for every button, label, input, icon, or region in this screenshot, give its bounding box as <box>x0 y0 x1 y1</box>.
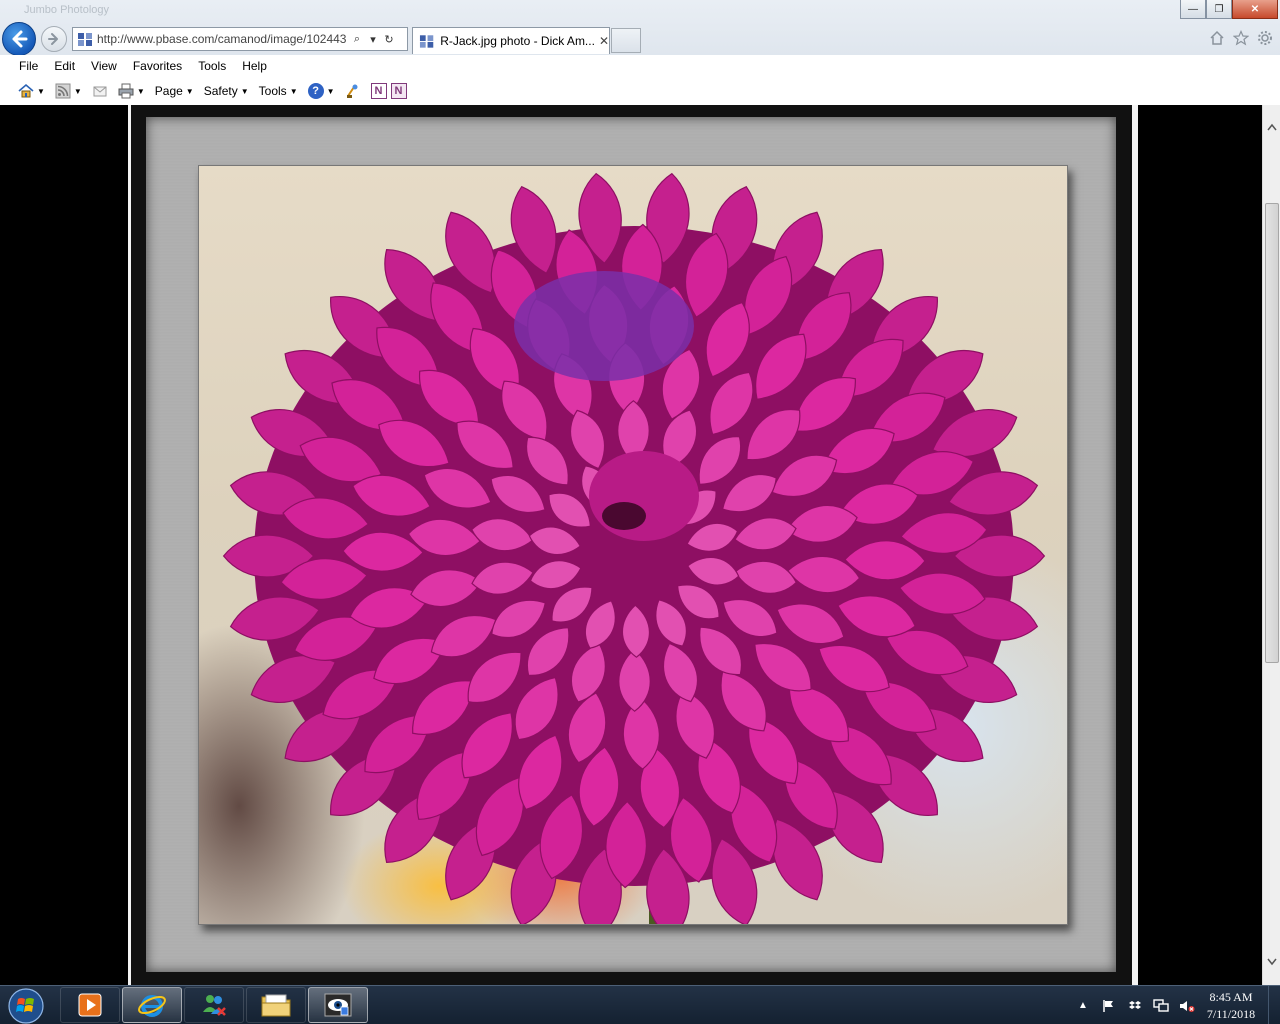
new-tab-button[interactable] <box>611 28 641 53</box>
clock-time: 8:45 AM <box>1209 990 1253 1004</box>
menu-bar: File Edit View Favorites Tools Help <box>0 55 1280 77</box>
clock-date: 7/11/2018 <box>1206 1007 1256 1021</box>
menu-file[interactable]: File <box>19 59 38 73</box>
browser-right-icons <box>1208 29 1274 47</box>
dropbox-icon[interactable] <box>1126 997 1144 1015</box>
vertical-scrollbar[interactable] <box>1262 105 1280 985</box>
research-button[interactable] <box>345 83 361 99</box>
maximize-button[interactable]: ❐ <box>1206 0 1232 19</box>
print-button[interactable]: ▼ <box>118 83 145 99</box>
arrow-left-icon <box>12 30 28 48</box>
tab-title: R-Jack.jpg photo - Dick Am... <box>440 34 595 48</box>
arrow-right-icon <box>48 33 58 45</box>
page-menu[interactable]: Page ▼ <box>155 84 194 98</box>
chevron-down-icon <box>1267 958 1277 966</box>
tools-menu-label: Tools <box>258 84 287 98</box>
brushed-metal-mat <box>146 117 1116 972</box>
home-dropdown-icon[interactable]: ▼ <box>37 87 45 96</box>
onenote-send-icon: N <box>390 83 407 99</box>
forward-button[interactable] <box>41 26 67 52</box>
rss-feed-icon <box>55 83 71 99</box>
help-icon: ? <box>307 83 324 99</box>
taskbar-image-viewer[interactable] <box>308 987 368 1023</box>
taskbar: ▲ 8:45 AM 7/11/2018 <box>0 985 1280 1024</box>
volume-muted-icon[interactable] <box>1178 997 1196 1015</box>
address-dropdown-icon[interactable]: ▾ <box>365 28 381 50</box>
gear-icon[interactable] <box>1256 29 1274 47</box>
tools-menu[interactable]: Tools ▼ <box>259 84 298 98</box>
refresh-icon[interactable]: ↻ <box>381 28 397 50</box>
network-icon[interactable] <box>1152 997 1170 1015</box>
minimize-button[interactable]: — <box>1180 0 1206 19</box>
system-tray: ▲ <box>1074 986 1196 1024</box>
feeds-dropdown-icon[interactable]: ▼ <box>74 87 82 96</box>
menu-help[interactable]: Help <box>242 59 267 73</box>
mail-icon <box>93 86 107 97</box>
show-desktop-button[interactable] <box>1268 986 1280 1024</box>
taskbar-messenger[interactable] <box>184 987 244 1023</box>
internet-explorer-icon <box>138 995 166 1017</box>
window-controls: — ❐ ✕ <box>1180 0 1278 19</box>
window-title: Jumbo Photology <box>24 4 109 16</box>
close-window-button[interactable]: ✕ <box>1232 0 1278 19</box>
command-bar: ▼ ▼ ▼ Page ▼ Safety ▼ Tools ▼ ? ▼ N N <box>0 77 1280 105</box>
scroll-up-button[interactable] <box>1263 118 1280 136</box>
messenger-icon <box>203 995 226 1016</box>
home-icon <box>18 83 34 98</box>
onenote-icon: N <box>370 83 387 99</box>
windows-logo-icon <box>8 987 44 1024</box>
read-mail-button[interactable] <box>92 83 108 99</box>
address-bar[interactable]: http://www.pbase.com/camanod/image/10244… <box>72 27 408 51</box>
safety-menu[interactable]: Safety ▼ <box>204 84 249 98</box>
chevron-up-icon <box>1267 123 1277 131</box>
clock[interactable]: 8:45 AM 7/11/2018 <box>1196 989 1266 1023</box>
research-icon <box>346 84 358 98</box>
dahlia-flower-graphic <box>222 172 1046 924</box>
eye-viewer-icon <box>324 993 352 1017</box>
taskbar-file-explorer[interactable] <box>246 987 306 1023</box>
media-player-icon <box>78 993 102 1017</box>
folder-icon <box>261 994 291 1017</box>
action-center-flag-icon[interactable] <box>1100 997 1118 1015</box>
safety-menu-label: Safety <box>203 84 238 98</box>
chevron-down-icon: ▼ <box>289 86 298 96</box>
image-backdrop <box>131 105 1132 985</box>
start-button[interactable] <box>4 987 48 1024</box>
pbase-favicon-icon <box>419 35 434 48</box>
dahlia-photo[interactable] <box>198 165 1068 925</box>
printer-icon <box>118 83 134 99</box>
search-icon[interactable]: ⌕ <box>349 28 365 50</box>
scroll-down-button[interactable] <box>1263 953 1280 971</box>
menu-favorites[interactable]: Favorites <box>133 59 182 73</box>
chevron-down-icon: ▼ <box>240 86 249 96</box>
taskbar-internet-explorer[interactable] <box>122 987 182 1023</box>
chevron-down-icon: ▼ <box>185 86 194 96</box>
taskbar-media-player[interactable] <box>60 987 120 1023</box>
tab-active[interactable]: R-Jack.jpg photo - Dick Am... ✕ <box>412 27 610 54</box>
page-menu-label: Page <box>154 84 183 98</box>
close-tab-icon[interactable]: ✕ <box>599 34 609 48</box>
title-bar: Jumbo Photology http://www.pbase.com/cam… <box>0 0 1280 56</box>
address-url[interactable]: http://www.pbase.com/camanod/image/10244… <box>97 32 349 46</box>
home-icon[interactable] <box>1208 29 1226 47</box>
print-dropdown-icon[interactable]: ▼ <box>137 87 145 96</box>
menu-edit[interactable]: Edit <box>54 59 75 73</box>
page-content <box>0 105 1262 985</box>
home-button[interactable]: ▼ <box>18 83 45 99</box>
scroll-thumb[interactable] <box>1265 203 1279 663</box>
chevron-down-icon: ▼ <box>326 86 335 96</box>
menu-tools[interactable]: Tools <box>198 59 226 73</box>
show-hidden-icons-button[interactable]: ▲ <box>1074 997 1092 1015</box>
menu-view[interactable]: View <box>91 59 117 73</box>
back-button[interactable] <box>2 22 36 56</box>
feeds-button[interactable]: ▼ <box>55 83 82 99</box>
help-menu[interactable]: ? ▼ <box>307 83 335 99</box>
pbase-favicon-icon <box>78 33 92 46</box>
page-frame <box>128 105 1138 985</box>
onenote-button[interactable]: N <box>370 83 387 99</box>
favorites-star-icon[interactable] <box>1232 29 1250 47</box>
send-to-onenote-button[interactable]: N <box>390 83 407 99</box>
